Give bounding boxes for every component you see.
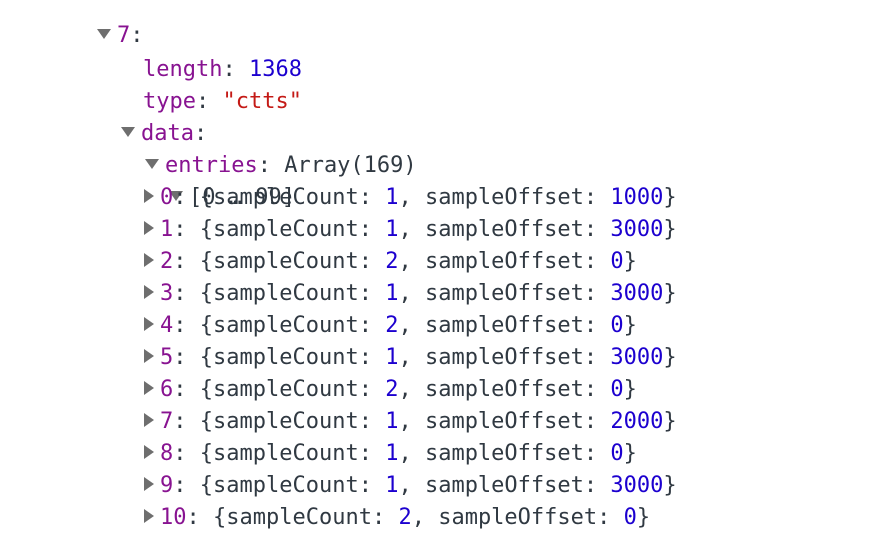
entry-value-sample-count: 1 <box>385 441 399 466</box>
entry-key-sample-count: sampleCount <box>213 377 359 402</box>
triangle-right-icon[interactable] <box>144 317 154 331</box>
triangle-right-icon[interactable] <box>144 189 154 203</box>
entry-key-sample-count: sampleCount <box>213 185 359 210</box>
entry-key-sample-offset: sampleOffset <box>424 473 584 498</box>
entry-value-sample-count: 1 <box>385 185 399 210</box>
triangle-right-icon[interactable] <box>144 381 154 395</box>
array-entry-row[interactable]: 5: {sampleCount: 1, sampleOffset: 3000} <box>142 342 677 374</box>
entry-value-sample-offset: 3000 <box>610 473 664 498</box>
entry-value-sample-offset: 0 <box>610 377 624 402</box>
property-value: "ctts" <box>222 89 302 114</box>
entry-index: 7 <box>160 409 174 434</box>
entry-key-sample-count: sampleCount <box>213 217 359 242</box>
entry-index: 4 <box>160 313 174 338</box>
entry-value-sample-offset: 0 <box>623 505 637 530</box>
array-entry-row[interactable]: 2: {sampleCount: 2, sampleOffset: 0} <box>142 246 637 278</box>
triangle-right-icon[interactable] <box>144 477 154 491</box>
entry-value-sample-count: 1 <box>385 281 399 306</box>
entry-index: 3 <box>160 281 174 306</box>
triangle-right-icon[interactable] <box>144 445 154 459</box>
entry-index: 2 <box>160 249 174 274</box>
entry-key-sample-count: sampleCount <box>213 281 359 306</box>
entry-key-sample-offset: sampleOffset <box>438 505 598 530</box>
triangle-right-icon[interactable] <box>144 285 154 299</box>
array-entry-row[interactable]: 0: {sampleCount: 1, sampleOffset: 1000} <box>142 182 677 214</box>
entry-key-sample-offset: sampleOffset <box>424 441 584 466</box>
tree-node-7[interactable]: 7: <box>44 0 143 48</box>
entry-key-sample-offset: sampleOffset <box>424 249 584 274</box>
entry-key-sample-offset: sampleOffset <box>424 217 584 242</box>
array-summary: Array(169) <box>284 153 417 178</box>
entry-key-sample-count: sampleCount <box>213 345 359 370</box>
entry-key-sample-count: sampleCount <box>213 441 359 466</box>
entry-key-sample-offset: sampleOffset <box>424 377 584 402</box>
entry-value-sample-count: 2 <box>398 505 412 530</box>
triangle-right-icon[interactable] <box>144 413 154 427</box>
entry-key-sample-offset: sampleOffset <box>424 281 584 306</box>
entry-key-sample-offset: sampleOffset <box>424 313 584 338</box>
entry-value-sample-count: 1 <box>385 473 399 498</box>
tree-node-entries[interactable]: entries: Array(169) <box>92 118 417 178</box>
property-length: length: 1368 <box>142 57 302 82</box>
entry-index: 0 <box>160 185 174 210</box>
array-entry-row[interactable]: 10: {sampleCount: 2, sampleOffset: 0} <box>142 502 650 534</box>
entry-key-sample-count: sampleCount <box>213 473 359 498</box>
entry-key-sample-offset: sampleOffset <box>424 345 584 370</box>
array-entry-row[interactable]: 1: {sampleCount: 1, sampleOffset: 3000} <box>142 214 677 246</box>
entry-value-sample-offset: 3000 <box>610 281 664 306</box>
triangle-right-icon[interactable] <box>144 221 154 235</box>
entry-key-sample-count: sampleCount <box>213 249 359 274</box>
entry-index: 9 <box>160 473 174 498</box>
entry-key-sample-offset: sampleOffset <box>424 185 584 210</box>
array-entry-row[interactable]: 6: {sampleCount: 2, sampleOffset: 0} <box>142 374 637 406</box>
triangle-right-icon[interactable] <box>144 509 154 523</box>
entry-value-sample-count: 2 <box>385 313 399 338</box>
entry-value-sample-count: 1 <box>385 409 399 434</box>
entry-value-sample-count: 2 <box>385 249 399 274</box>
entry-value-sample-offset: 3000 <box>610 345 664 370</box>
entry-value-sample-count: 1 <box>385 217 399 242</box>
entry-index: 1 <box>160 217 174 242</box>
entry-value-sample-offset: 3000 <box>610 217 664 242</box>
entry-index: 6 <box>160 377 174 402</box>
entry-key-sample-count: sampleCount <box>226 505 372 530</box>
entry-value-sample-count: 1 <box>385 345 399 370</box>
entry-key-sample-offset: sampleOffset <box>424 409 584 434</box>
object-inspector-tree: 7: length: 1368 type: "ctts" data: entri… <box>0 0 878 536</box>
entry-key-sample-count: sampleCount <box>213 409 359 434</box>
array-entry-row[interactable]: 7: {sampleCount: 1, sampleOffset: 2000} <box>142 406 677 438</box>
tree-node-range-group[interactable]: [0 … 99] <box>116 150 295 210</box>
entry-value-sample-offset: 1000 <box>610 185 664 210</box>
array-entry-row[interactable]: 4: {sampleCount: 2, sampleOffset: 0} <box>142 310 637 342</box>
entry-key-sample-count: sampleCount <box>213 313 359 338</box>
property-type: type: "ctts" <box>142 89 302 114</box>
entry-value-sample-offset: 0 <box>610 313 624 338</box>
array-entry-row[interactable]: 3: {sampleCount: 1, sampleOffset: 3000} <box>142 278 677 310</box>
tree-node-data[interactable]: data: <box>68 86 207 146</box>
entry-index: 5 <box>160 345 174 370</box>
array-entry-row[interactable]: 8: {sampleCount: 1, sampleOffset: 0} <box>142 438 637 470</box>
entry-index: 10 <box>160 505 187 530</box>
entry-value-sample-offset: 2000 <box>610 409 664 434</box>
array-entry-row[interactable]: 9: {sampleCount: 1, sampleOffset: 3000} <box>142 470 677 502</box>
entry-value-sample-count: 2 <box>385 377 399 402</box>
triangle-right-icon[interactable] <box>144 349 154 363</box>
entry-value-sample-offset: 0 <box>610 249 624 274</box>
triangle-right-icon[interactable] <box>144 253 154 267</box>
entry-value-sample-offset: 0 <box>610 441 624 466</box>
entry-index: 8 <box>160 441 174 466</box>
